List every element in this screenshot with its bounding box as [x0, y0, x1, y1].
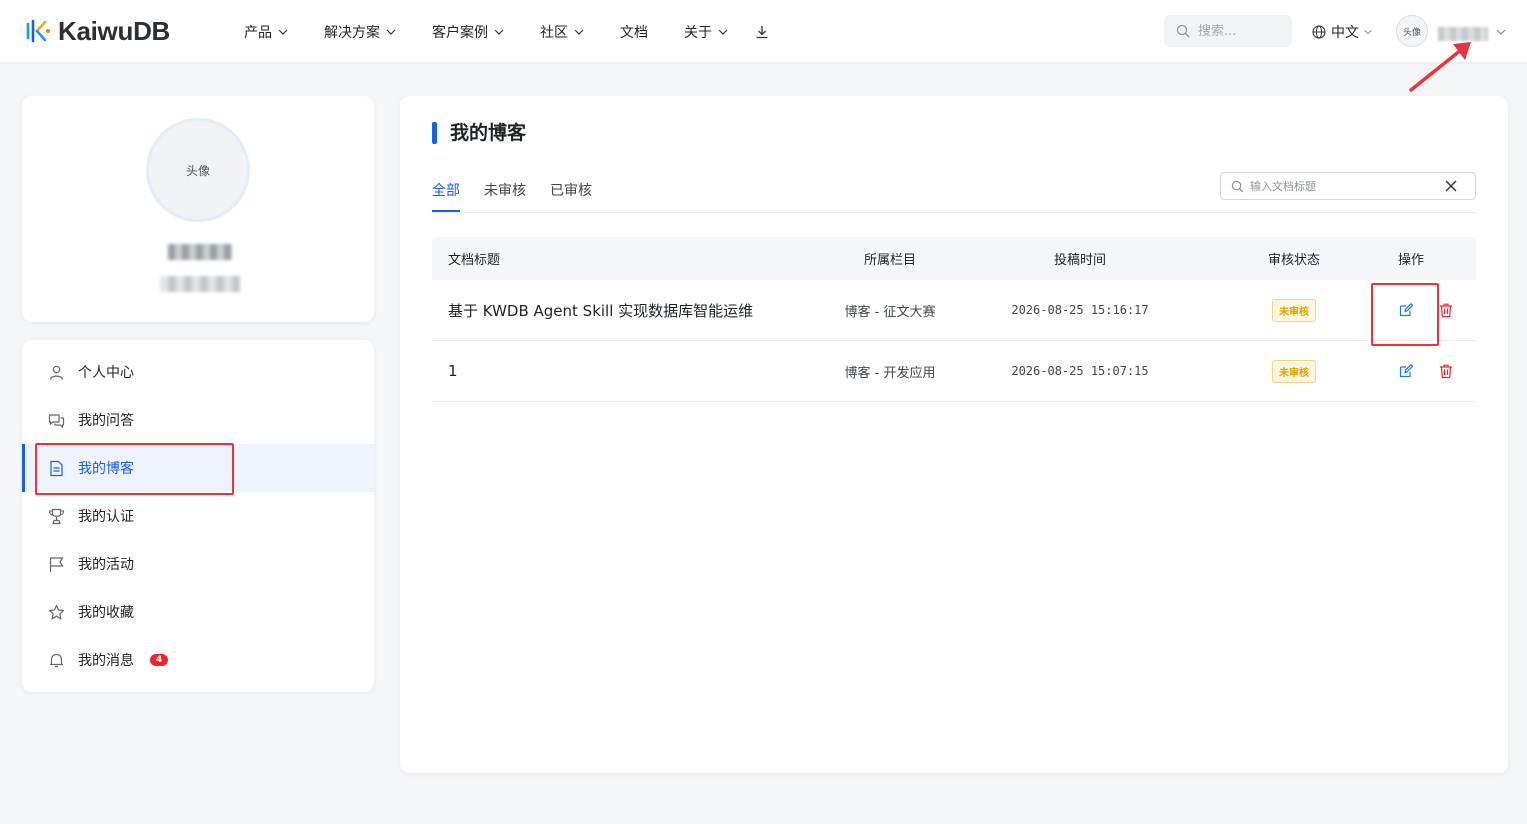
profile-avatar[interactable]: 头像 — [146, 118, 250, 222]
search-icon — [1231, 180, 1244, 192]
sidebar-menu: 个人中心 我的问答 我的博客 我的认证 我的活动 我的收藏 我的消息 4 — [22, 340, 374, 692]
row-actions — [1398, 363, 1476, 379]
table-row: 基于 KWDB Agent Skill 实现数据库智能运维 博客 - 征文大赛 … — [432, 280, 1476, 341]
chat-icon — [48, 413, 65, 428]
chevron-down-icon — [494, 29, 504, 35]
tab-divider — [432, 212, 1476, 213]
row-time: 2026-08-25 15:16:17 — [1011, 303, 1149, 317]
main-nav: 产品 解决方案 客户案例 社区 文档 关于 — [244, 0, 770, 63]
tab-reviewed[interactable]: 已审核 — [550, 180, 592, 212]
title-accent-bar — [432, 122, 437, 144]
user-icon — [49, 365, 64, 380]
star-icon — [48, 604, 65, 619]
delete-icon[interactable] — [1438, 302, 1454, 318]
row-title[interactable]: 基于 KWDB Agent Skill 实现数据库智能运维 — [432, 300, 810, 321]
globe-icon — [1312, 25, 1326, 39]
sidebar-item-my-blog[interactable]: 我的博客 — [22, 444, 374, 492]
chevron-down-icon — [278, 29, 288, 35]
nav-label: 文档 — [620, 24, 648, 41]
profile-name-blurred — [168, 244, 232, 260]
sidebar-item-label: 个人中心 — [78, 365, 134, 381]
close-icon[interactable] — [1445, 180, 1457, 192]
sidebar-item-label: 我的认证 — [78, 509, 134, 525]
tab-all[interactable]: 全部 — [432, 180, 460, 212]
nav-item-about[interactable]: 关于 — [684, 22, 728, 42]
table-row: 1 博客 - 开发应用 2026-08-25 15:07:15 未审核 — [432, 341, 1476, 402]
kaiwudb-logo-icon — [26, 19, 50, 43]
status-tabs: 全部 未审核 已审核 — [432, 180, 616, 212]
row-category: 博客 - 征文大赛 — [844, 304, 936, 320]
sidebar-item-label: 我的消息 — [78, 653, 134, 669]
chevron-down-icon[interactable] — [1496, 27, 1506, 37]
nav-label: 关于 — [684, 24, 712, 41]
sidebar-item-label: 我的活动 — [78, 557, 134, 573]
column-header-actions: 操作 — [1398, 253, 1425, 268]
logo[interactable]: KaiwuDB — [24, 14, 170, 48]
column-header-category: 所属栏目 — [863, 253, 916, 268]
profile-subtitle-blurred — [160, 276, 240, 292]
status-badge: 未审核 — [1272, 359, 1316, 383]
status-badge: 未审核 — [1272, 298, 1316, 322]
brand-name: KaiwuDB — [58, 15, 171, 46]
bell-icon — [50, 653, 63, 667]
sidebar-item-my-qa[interactable]: 我的问答 — [22, 396, 374, 444]
nav-label: 客户案例 — [432, 24, 488, 41]
row-time: 2026-08-25 15:07:15 — [1011, 364, 1149, 378]
flag-icon — [49, 556, 64, 572]
sidebar-item-my-favorites[interactable]: 我的收藏 — [22, 588, 374, 636]
chevron-down-icon — [574, 29, 584, 35]
global-search-input[interactable] — [1198, 23, 1284, 39]
sidebar-item-personal-center[interactable]: 个人中心 — [22, 348, 374, 396]
table-header: 文档标题 所属栏目 投稿时间 审核状态 操作 — [432, 237, 1476, 280]
annotation-arrow-icon — [1409, 42, 1471, 92]
sidebar-item-label: 我的问答 — [78, 413, 134, 429]
delete-icon[interactable] — [1438, 363, 1454, 379]
download-icon[interactable] — [754, 24, 770, 40]
row-title[interactable]: 1 — [432, 362, 810, 380]
chevron-down-icon — [718, 29, 728, 35]
row-status-cell: 未审核 — [1190, 359, 1398, 383]
nav-item-cases[interactable]: 客户案例 — [432, 22, 504, 42]
nav-item-community[interactable]: 社区 — [540, 22, 584, 42]
page-title: 我的博客 — [450, 122, 527, 144]
row-status-cell: 未审核 — [1190, 298, 1398, 322]
language-label: 中文 — [1331, 25, 1359, 41]
language-switcher[interactable]: 中文 — [1312, 22, 1372, 42]
column-header-status: 审核状态 — [1267, 253, 1320, 268]
edit-icon[interactable] — [1398, 302, 1414, 318]
nav-label: 社区 — [540, 24, 568, 41]
nav-item-products[interactable]: 产品 — [244, 22, 288, 42]
document-search-input[interactable] — [1250, 179, 1430, 193]
top-navigation-bar: KaiwuDB 产品 解决方案 客户案例 社区 文档 关于 搜索... 中文 头… — [0, 0, 1527, 63]
document-search[interactable] — [1220, 172, 1476, 200]
row-actions — [1398, 302, 1476, 318]
document-icon — [50, 460, 63, 476]
edit-icon[interactable] — [1398, 363, 1414, 379]
nav-label: 产品 — [244, 24, 272, 41]
global-search[interactable] — [1164, 15, 1292, 47]
chevron-down-icon — [386, 29, 396, 35]
row-category: 博客 - 开发应用 — [844, 365, 936, 381]
chevron-down-icon — [1364, 30, 1372, 35]
trophy-icon — [48, 508, 65, 524]
nav-label: 解决方案 — [324, 24, 380, 41]
tab-unreviewed[interactable]: 未审核 — [484, 180, 526, 212]
sidebar-item-my-activities[interactable]: 我的活动 — [22, 540, 374, 588]
sidebar-item-my-messages[interactable]: 我的消息 4 — [22, 636, 374, 684]
nav-item-solutions[interactable]: 解决方案 — [324, 22, 396, 42]
sidebar-item-label: 我的博客 — [78, 461, 134, 477]
blog-table: 文档标题 所属栏目 投稿时间 审核状态 操作 基于 KWDB Agent Ski… — [432, 237, 1476, 402]
sidebar-item-label: 我的收藏 — [78, 605, 134, 621]
search-icon — [1176, 24, 1190, 38]
unread-count-badge: 4 — [150, 654, 168, 666]
column-header-time: 投稿时间 — [1053, 253, 1106, 268]
column-header-title: 文档标题 — [448, 253, 501, 268]
sidebar-item-my-certification[interactable]: 我的认证 — [22, 492, 374, 540]
nav-item-docs[interactable]: 文档 — [620, 22, 648, 42]
main-panel: 我的博客 全部 未审核 已审核 文档标题 所属栏目 投稿时间 审核状态 操作 基… — [400, 96, 1508, 773]
profile-card: 头像 — [22, 96, 374, 322]
